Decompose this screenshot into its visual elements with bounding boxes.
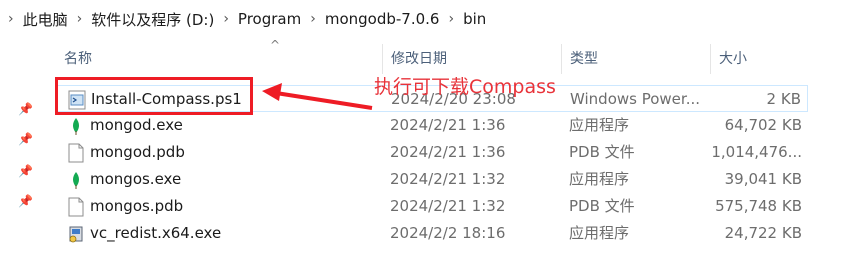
annotation-text: 执行可下载Compass [374,76,556,98]
annotation-arrow [262,83,373,110]
